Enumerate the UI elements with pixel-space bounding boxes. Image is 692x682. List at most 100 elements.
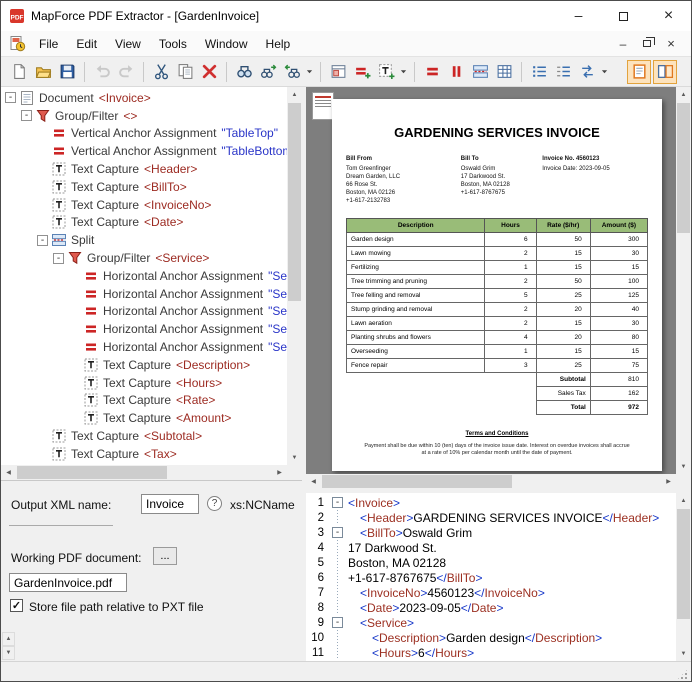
scroll-thumb[interactable] [677,509,690,619]
scroll-down-arrow-icon[interactable] [676,646,691,661]
tree-item[interactable]: Text Capture<InvoiceNo> [1,196,287,214]
tree-expander[interactable] [21,110,32,121]
split-button[interactable] [468,60,492,84]
scroll-thumb[interactable] [322,475,512,488]
titlebar[interactable]: PDF MapForce PDF Extractor - [GardenInvo… [1,1,691,31]
find-button[interactable] [232,60,256,84]
close-button[interactable] [646,1,691,31]
new-file-button[interactable] [7,60,31,84]
tree-item[interactable]: Text Capture<BillTo> [1,178,287,196]
resize-grip[interactable] [676,668,689,681]
tree-item[interactable]: Text Capture<Description> [1,356,287,374]
menu-edit[interactable]: Edit [67,33,106,55]
scroll-up-arrow-icon[interactable] [676,87,691,102]
tree-item[interactable]: Text Capture<Amount> [1,409,287,427]
fold-toggle-icon[interactable] [332,527,343,538]
pdf-view-toggle-button[interactable] [627,60,651,84]
tree-item[interactable]: Horizontal Anchor Assignment"Sep [1,320,287,338]
browse-button[interactable]: ... [153,547,177,565]
scroll-up-arrow-icon[interactable] [287,87,302,102]
open-file-button[interactable] [31,60,55,84]
mdi-restore-button[interactable] [637,35,657,53]
delete-button[interactable] [197,60,221,84]
scroll-thumb[interactable] [288,103,301,301]
tree-item[interactable]: Text Capture<Hours> [1,374,287,392]
fold-toggle-icon[interactable] [332,497,343,508]
tree-item[interactable]: Horizontal Anchor Assignment"Sep [1,285,287,303]
tree-item[interactable]: Group/Filter<Service> [1,249,287,267]
tree-item[interactable]: Horizontal Anchor Assignment"Sep [1,303,287,321]
scroll-right-arrow-icon[interactable] [272,465,287,480]
tree-item[interactable]: Text Capture<Rate> [1,392,287,410]
insert-dropdown-caret-icon[interactable] [398,61,409,83]
scroll-right-arrow-icon[interactable] [661,474,676,489]
insert-group-filter-button[interactable] [326,60,350,84]
tree-item[interactable]: Text Capture<Header> [1,160,287,178]
help-icon[interactable]: ? [207,496,222,511]
scroll-left-arrow-icon[interactable] [1,465,16,480]
redo-button[interactable] [114,60,138,84]
properties-scrollbar[interactable] [2,632,15,660]
tree-horizontal-scrollbar[interactable] [1,465,287,480]
tree-item[interactable]: Split [1,231,287,249]
maximize-button[interactable] [601,1,646,31]
tree-vertical-scrollbar[interactable] [287,87,302,465]
find-previous-button[interactable] [280,60,304,84]
page-thumbnail[interactable] [312,92,334,120]
scroll-up-arrow-icon[interactable] [2,632,15,646]
copy-button[interactable] [173,60,197,84]
find-dropdown-caret-icon[interactable] [304,61,315,83]
xml-line: 9<Service> [306,615,676,630]
tree-item[interactable]: Document<Invoice> [1,89,287,107]
tree-expander[interactable] [5,92,16,103]
menu-window[interactable]: Window [196,33,257,55]
save-button[interactable] [55,60,79,84]
minimize-button[interactable] [556,1,601,31]
menu-file[interactable]: File [30,33,67,55]
scroll-thumb[interactable] [17,466,167,479]
vertical-anchor-button[interactable] [420,60,444,84]
tree-expander[interactable] [53,253,64,264]
swap-button[interactable] [575,60,599,84]
scroll-down-arrow-icon[interactable] [287,450,302,465]
table-button[interactable] [492,60,516,84]
tree-expander[interactable] [37,235,48,246]
fold-toggle-icon[interactable] [332,617,343,628]
tree-item[interactable]: Horizontal Anchor Assignment"Sep [1,267,287,285]
tree-item[interactable]: Vertical Anchor Assignment"TableBottom" [1,142,287,160]
menu-tools[interactable]: Tools [150,33,196,55]
horizontal-anchor-button[interactable] [444,60,468,84]
cut-button[interactable] [149,60,173,84]
pdf-filename-input[interactable] [9,573,127,592]
mdi-minimize-button[interactable] [613,35,633,53]
xml-vertical-scrollbar[interactable] [676,493,691,661]
tree-item[interactable]: Text Capture<Subtotal> [1,427,287,445]
scroll-left-arrow-icon[interactable] [306,474,321,489]
show-lines-button[interactable] [527,60,551,84]
insert-text-capture-button[interactable] [374,60,398,84]
tree-item[interactable]: Text Capture<Date> [1,214,287,232]
invoice-table: DescriptionHoursRate ($/hr)Amount ($) Ga… [346,218,648,415]
show-order-button[interactable] [551,60,575,84]
tree-item[interactable]: Horizontal Anchor Assignment"Sep [1,338,287,356]
menu-help[interactable]: Help [257,33,300,55]
insert-anchor-button[interactable] [350,60,374,84]
tree-item[interactable]: Vertical Anchor Assignment"TableTop" [1,125,287,143]
scroll-down-arrow-icon[interactable] [676,459,691,474]
scroll-up-arrow-icon[interactable] [676,493,691,508]
tree-item[interactable]: Text Capture<Tax> [1,445,287,463]
scroll-thumb[interactable] [677,103,690,233]
relative-path-checkbox[interactable]: ✓ [10,599,23,612]
undo-button[interactable] [90,60,114,84]
scroll-down-arrow-icon[interactable] [2,646,15,660]
pdf-horizontal-scrollbar[interactable] [306,474,676,489]
pdf-vertical-scrollbar[interactable] [676,87,691,474]
xml-text-view[interactable]: 1<Invoice>2<Header>GARDENING SERVICES IN… [306,495,676,661]
find-next-button[interactable] [256,60,280,84]
output-xml-name-input[interactable] [141,494,199,514]
menu-view[interactable]: View [106,33,150,55]
arrange-dropdown-caret-icon[interactable] [599,61,610,83]
mdi-close-button[interactable] [661,35,681,53]
split-view-toggle-button[interactable] [653,60,677,84]
tree-item[interactable]: Group/Filter<> [1,107,287,125]
